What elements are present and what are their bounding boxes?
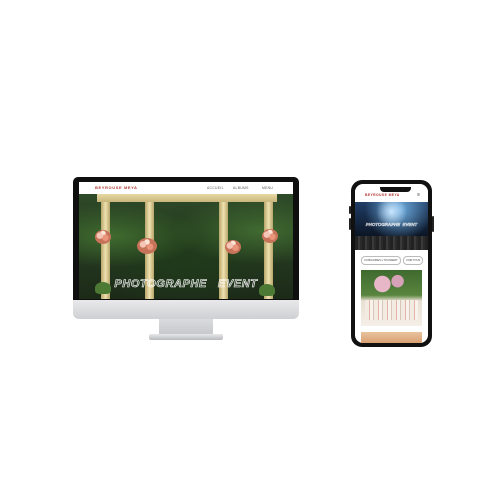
photo-group-people bbox=[365, 300, 418, 320]
flower-arrangement bbox=[262, 229, 278, 243]
desktop-nav-bar: BEYROUSE MEYA ACCUEIL ALBUMS MENU bbox=[79, 182, 293, 194]
desktop-nav-link-menu[interactable]: MENU bbox=[262, 186, 273, 190]
monitor-stand-neck bbox=[159, 319, 213, 335]
desktop-nav-link-albums[interactable]: ALBUMS bbox=[233, 186, 249, 190]
mobile-logo[interactable]: BEYROUSE MEYA bbox=[365, 193, 400, 197]
desktop-hero-title: PHOTOGRAPHE EVENT bbox=[114, 278, 258, 291]
flower-arrangement bbox=[225, 240, 241, 254]
monitor-chin bbox=[73, 300, 299, 319]
phone-side-button bbox=[349, 218, 351, 230]
flower-arrangement bbox=[137, 238, 157, 254]
desktop-logo[interactable]: BEYROUSE MEYA bbox=[95, 185, 138, 190]
flower-arrangement bbox=[95, 230, 111, 244]
phone-side-button bbox=[432, 216, 434, 232]
desktop-nav-link-accueil[interactable]: ACCUEIL bbox=[207, 186, 224, 190]
phone-notch bbox=[380, 187, 411, 192]
view-all-button[interactable]: VOIR TOUS bbox=[403, 256, 424, 265]
concert-crowd bbox=[355, 236, 428, 250]
pavilion-lintel bbox=[97, 194, 277, 202]
device-mockup-stage: BEYROUSE MEYA ACCUEIL ALBUMS MENU PHOTOG… bbox=[0, 0, 500, 497]
category-filter-dropdown[interactable]: CATÉGORIES ▾ TOUSSERT bbox=[361, 256, 401, 265]
desktop-hero-image: PHOTOGRAPHE EVENT bbox=[79, 194, 293, 299]
gallery-photo[interactable] bbox=[361, 270, 422, 326]
hamburger-menu-icon[interactable]: ≡ bbox=[417, 192, 420, 198]
mobile-hero-image: PHOTOGRAPHE EVENT bbox=[355, 202, 428, 250]
monitor-bezel: BEYROUSE MEYA ACCUEIL ALBUMS MENU PHOTOG… bbox=[73, 177, 299, 300]
mobile-hero-title: PHOTOGRAPHE EVENT bbox=[365, 222, 418, 227]
phone-side-button bbox=[349, 206, 351, 214]
mobile-screen: BEYROUSE MEYA ≡ PHOTOGRAPHE EVENT CATÉGO… bbox=[355, 184, 428, 343]
mobile-phone: BEYROUSE MEYA ≡ PHOTOGRAPHE EVENT CATÉGO… bbox=[349, 180, 434, 347]
desktop-screen: BEYROUSE MEYA ACCUEIL ALBUMS MENU PHOTOG… bbox=[79, 182, 293, 299]
gallery-photo-next[interactable] bbox=[361, 332, 422, 343]
mobile-filter-bar: CATÉGORIES ▾ TOUSSERT VOIR TOUS bbox=[355, 256, 428, 266]
monitor-stand-foot bbox=[149, 334, 223, 340]
